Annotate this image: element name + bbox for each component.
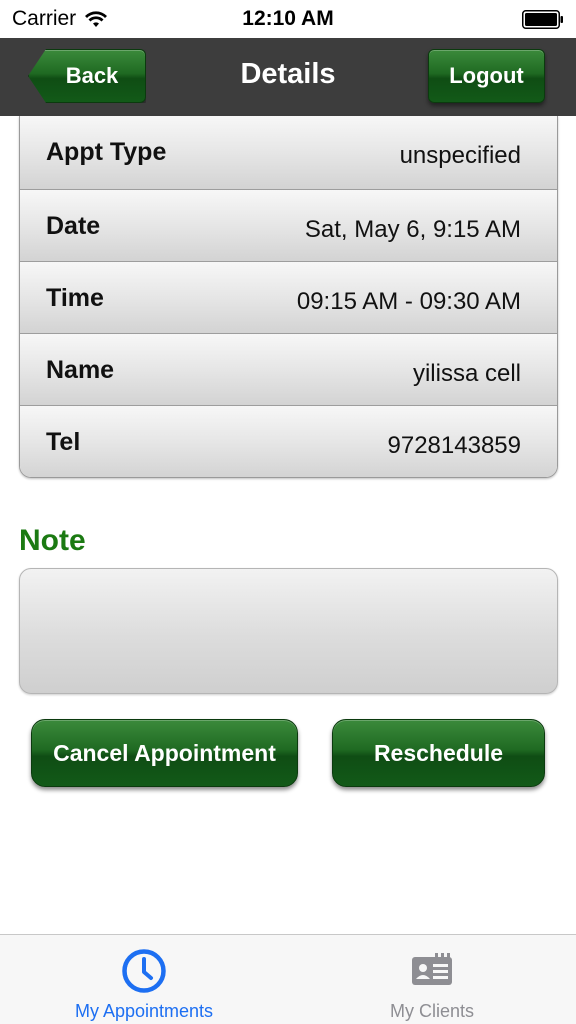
clock-icon <box>122 949 166 993</box>
note-field[interactable] <box>19 568 558 694</box>
detail-value: yilissa cell <box>412 360 521 387</box>
tab-label: My Appointments <box>74 1001 214 1021</box>
note-heading: Note <box>19 524 86 557</box>
detail-label: Tel <box>46 428 81 456</box>
nav-bar: Back Details Logout <box>0 38 576 116</box>
status-bar: Carrier 12:10 AM <box>0 0 576 38</box>
battery-icon <box>522 10 563 29</box>
detail-label: Name <box>46 356 115 384</box>
detail-row-time: Time 09:15 AM - 09:30 AM <box>20 262 557 334</box>
logout-button[interactable]: Logout <box>428 49 545 103</box>
detail-label: Time <box>46 284 104 312</box>
detail-row-appt-type: Appt Type unspecified <box>20 116 557 190</box>
detail-value: Sat, May 6, 9:15 AM <box>304 216 521 243</box>
detail-label: Appt Type <box>46 138 167 166</box>
tab-my-appointments[interactable]: My Appointments <box>0 935 288 1024</box>
status-time: 12:10 AM <box>242 7 334 30</box>
cancel-appointment-button[interactable]: Cancel Appointment <box>31 719 298 787</box>
tab-label: My Clients <box>389 1001 474 1021</box>
details-card: Appt Type unspecified Date Sat, May 6, 9… <box>19 116 558 478</box>
detail-row-name: Name yilissa cell <box>20 334 557 406</box>
reschedule-button[interactable]: Reschedule <box>332 719 545 787</box>
detail-label: Date <box>46 212 101 240</box>
detail-value: 09:15 AM - 09:30 AM <box>296 288 521 315</box>
id-card-icon <box>412 953 452 985</box>
tab-my-clients[interactable]: My Clients <box>288 935 576 1024</box>
detail-value: 9728143859 <box>387 432 521 459</box>
detail-value: unspecified <box>399 142 521 169</box>
tab-bar: My Appointments My Clients <box>0 934 576 1024</box>
detail-row-date: Date Sat, May 6, 9:15 AM <box>20 190 557 262</box>
detail-row-tel[interactable]: Tel 9728143859 <box>20 406 557 477</box>
